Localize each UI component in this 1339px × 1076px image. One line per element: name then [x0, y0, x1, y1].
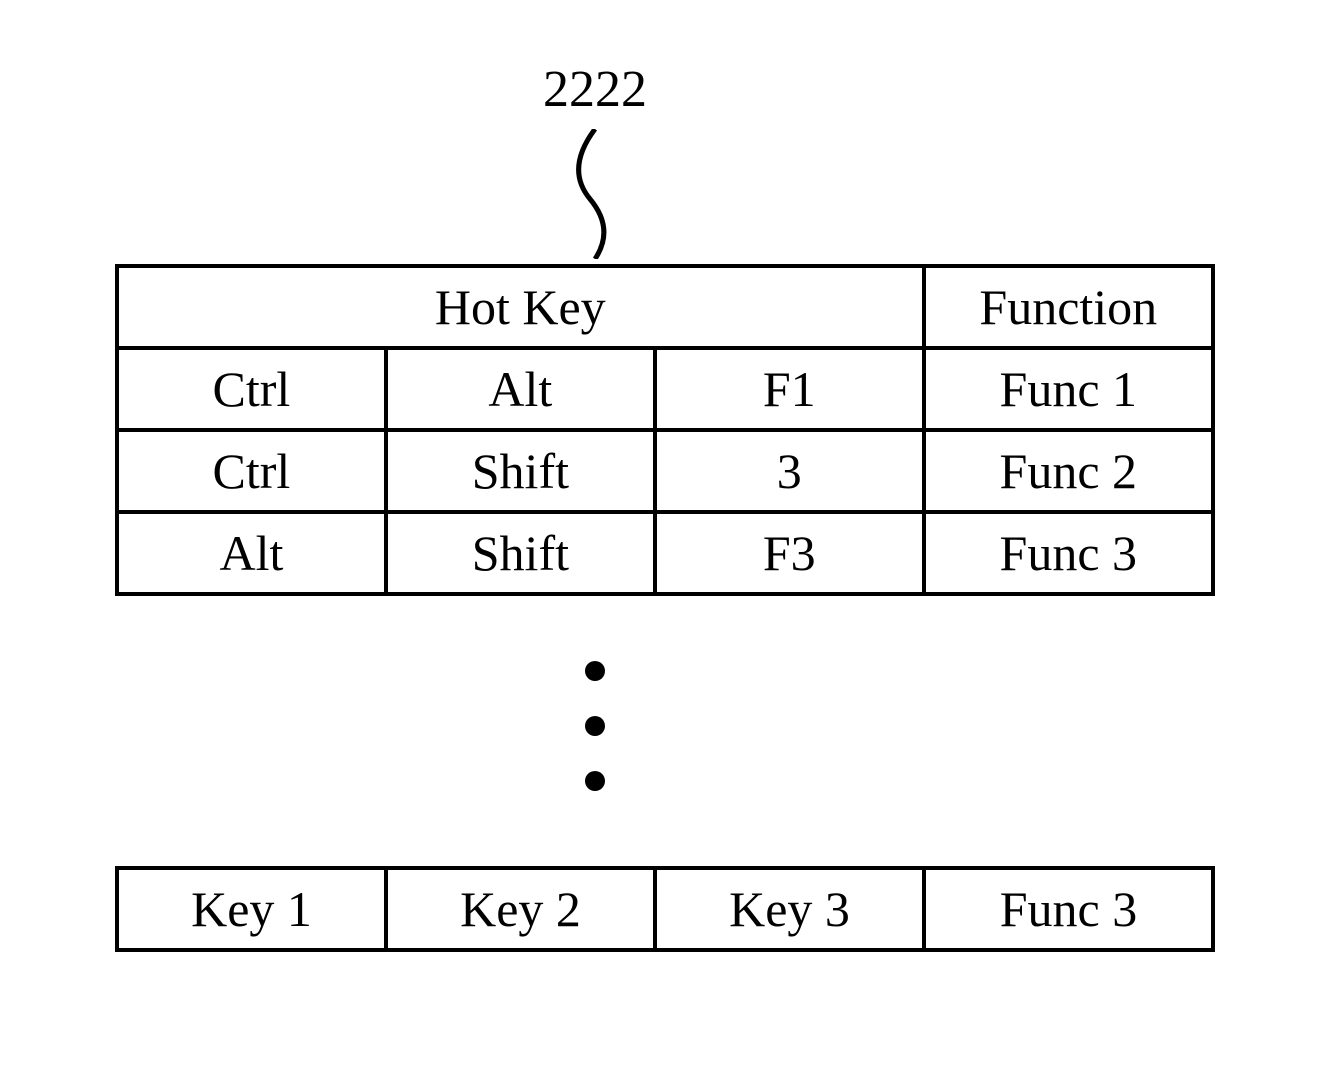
cell-func: Func 3 [924, 868, 1213, 950]
ellipsis-dot [585, 716, 605, 736]
cell-key1: Key 1 [117, 868, 386, 950]
vertical-ellipsis [45, 596, 1145, 866]
function-header: Function [924, 266, 1213, 348]
cell-key2: Shift [386, 512, 655, 594]
cell-key1: Ctrl [117, 430, 386, 512]
table-header-row: Hot Key Function [117, 266, 1213, 348]
cell-func: Func 3 [924, 512, 1213, 594]
cell-key1: Ctrl [117, 348, 386, 430]
cell-func: Func 2 [924, 430, 1213, 512]
cell-key2: Key 2 [386, 868, 655, 950]
ellipsis-dot [585, 771, 605, 791]
table-row: Ctrl Shift 3 Func 2 [117, 430, 1213, 512]
cell-key1: Alt [117, 512, 386, 594]
hot-key-header: Hot Key [117, 266, 924, 348]
lead-line [545, 129, 645, 259]
cell-key3: 3 [655, 430, 924, 512]
cell-key3: F3 [655, 512, 924, 594]
cell-key3: F1 [655, 348, 924, 430]
cell-func: Func 1 [924, 348, 1213, 430]
table-row: Ctrl Alt F1 Func 1 [117, 348, 1213, 430]
table-row: Alt Shift F3 Func 3 [117, 512, 1213, 594]
table-row: Key 1 Key 2 Key 3 Func 3 [117, 868, 1213, 950]
reference-number-label: 2222 [45, 60, 1145, 119]
hotkey-table: Hot Key Function Ctrl Alt F1 Func 1 Ctrl… [115, 264, 1215, 596]
ellipsis-dot [585, 661, 605, 681]
hotkey-table-bottom: Key 1 Key 2 Key 3 Func 3 [115, 866, 1215, 952]
cell-key2: Shift [386, 430, 655, 512]
cell-key2: Alt [386, 348, 655, 430]
cell-key3: Key 3 [655, 868, 924, 950]
